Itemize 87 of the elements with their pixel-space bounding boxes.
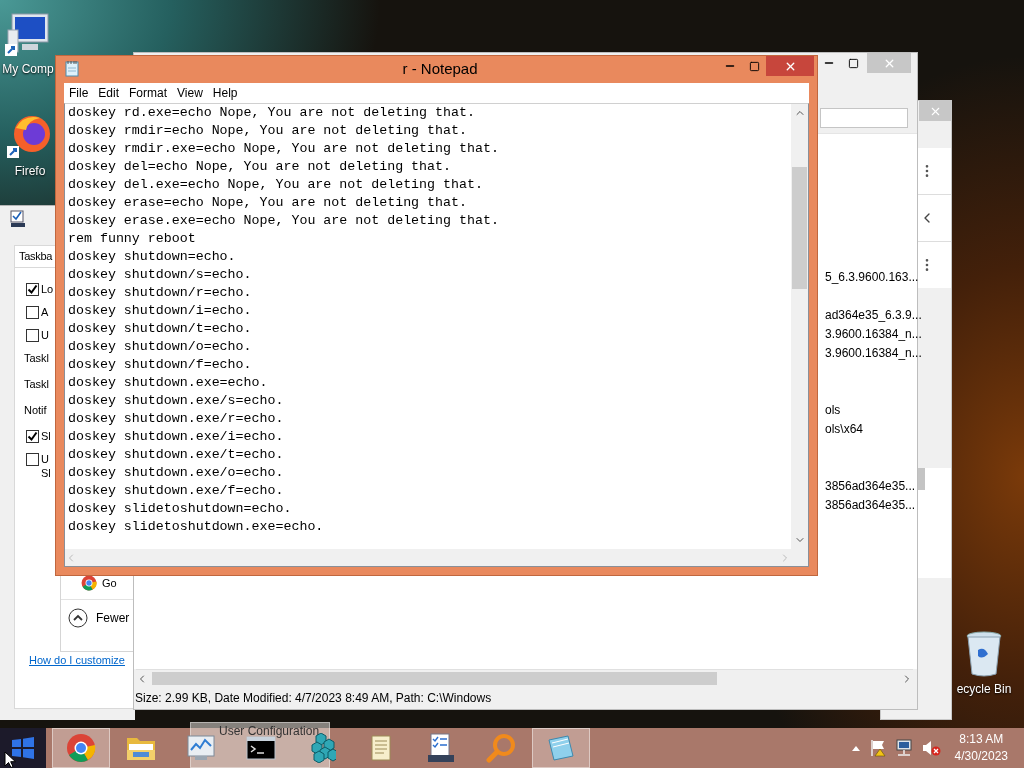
notepad-icon [64,60,80,77]
text-line: doskey shutdown.exe/r=echo. [68,410,284,428]
text-line: doskey shutdown/f=echo. [68,356,252,374]
setting-label: Taskl [24,377,50,391]
text-line: doskey shutdown=echo. [68,248,236,266]
option-label: Sl [41,429,51,443]
text-line: doskey erase.exe=echo Nope, You are not deleting that. [68,212,499,230]
maximize-icon [748,60,760,72]
file-name: 5_6.3.9600.163... [825,269,917,286]
text-line: doskey shutdown.exe=echo. [68,374,268,392]
text-line: doskey shutdown/i=echo. [68,302,252,320]
icon-label: My Comp [2,62,54,76]
menu-item[interactable]: View [172,83,208,103]
menu-item[interactable]: File [64,83,94,103]
text-line: doskey shutdown.exe/s=echo. [68,392,284,410]
option-label: U [41,328,49,342]
setting-label: Notif [24,403,47,417]
checkbox[interactable] [26,430,39,443]
text-line: doskey shutdown/s=echo. [68,266,252,284]
file-name: ols [825,402,842,419]
horizontal-scrollbar[interactable] [65,549,808,566]
text-line: doskey shutdown.exe/i=echo. [68,428,284,446]
file-name: 3856ad364e35... [825,478,917,495]
recycle-bin-icon [964,630,1004,678]
chevron-circle-icon [68,608,88,628]
scrollbar-thumb[interactable] [792,167,807,289]
window-title: r - Notepad [402,60,478,77]
text-line: doskey rmdir=echo Nope, You are not deleting that. [68,122,467,140]
chrome-icon [81,575,97,591]
tab[interactable]: Taskba [14,245,56,267]
console-icon [246,736,276,760]
text-line: doskey del=echo Nope, You are not deleting that. [68,158,451,176]
text-line: doskey shutdown/o=echo. [68,338,252,356]
flag-icon[interactable] [868,739,887,757]
clock-date: 4/30/2023 [954,748,1008,765]
option-label: Lo [41,282,54,296]
speaker-icon[interactable] [920,739,941,757]
checkbox[interactable] [26,329,39,342]
mouse-pointer-icon [4,751,17,768]
notepad-icon [546,734,576,762]
option-label: A [41,305,49,319]
horizontal-scrollbar[interactable] [136,669,913,687]
text-line: doskey shutdown.exe/t=echo. [68,446,284,464]
text-line: doskey rmdir.exe=echo Nope, You are not deleting that. [68,140,499,158]
text-line: doskey slidetoshutdown=echo. [68,500,292,518]
start-button[interactable] [0,728,46,768]
status-bar-text: Size: 2.99 KB, Date Modified: 4/7/2023 8:49 AM, Path: C:\Windows [134,690,493,707]
list-item-label: Go [102,576,117,590]
checkbox[interactable] [26,453,39,466]
option-label: Sl [41,466,51,480]
text-line: doskey rd.exe=echo Nope, You are not deleting that. [68,104,475,122]
network-icon[interactable] [894,739,913,757]
menu-item[interactable]: Help [207,83,243,103]
icon-label: ecycle Bin [956,682,1012,696]
text-line: doskey del.exe=echo Nope, You are not deleting that. [68,176,483,194]
text-line: doskey shutdown/t=echo. [68,320,252,338]
text-line: doskey shutdown.exe/f=echo. [68,482,284,500]
computer-icon [4,10,52,58]
scroll-icon [368,733,394,763]
menu-item[interactable]: Edit [93,83,125,103]
text-line: rem funny reboot [68,230,196,248]
file-name: 3856ad364e35... [825,497,917,514]
setting-label: Taskl [24,351,50,365]
windows-logo-icon [10,736,36,760]
text-line: doskey erase=echo Nope, You are not deleting that. [68,194,467,212]
checkbox[interactable] [26,283,39,296]
scrollbar-thumb[interactable] [152,672,717,685]
maximize-icon [847,57,859,69]
file-name: ols\x64 [825,421,865,438]
option-label: U [41,452,50,466]
text-line: doskey shutdown/r=echo. [68,284,252,302]
clock-time: 8:13 AM [959,731,1004,748]
vertical-scrollbar[interactable] [791,104,808,549]
fewer-button[interactable]: Fewer [61,600,135,628]
help-link[interactable]: How do I customize [29,654,125,666]
magnifier-icon [486,733,516,763]
text-line: doskey slidetoshutdown.exe=echo. [68,518,324,536]
menu-item[interactable]: Format [124,83,173,103]
text-line: doskey shutdown.exe/o=echo. [68,464,284,482]
chart-window-icon [186,734,216,762]
chevron-up-icon[interactable] [850,744,861,752]
chrome-icon [66,733,96,763]
icon-label: Firefo [14,164,46,178]
checkbox[interactable] [26,306,39,319]
address-field[interactable] [820,108,908,128]
checklist-icon [426,733,456,763]
checkbox-window-icon [10,210,26,228]
